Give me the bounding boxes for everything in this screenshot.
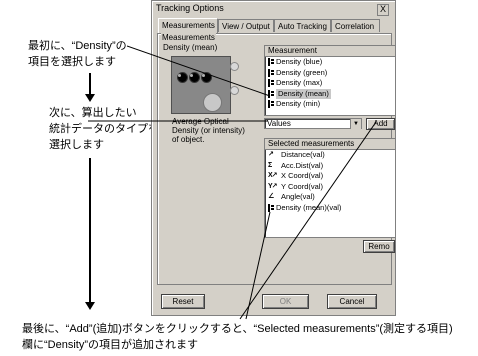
pointer-line-step3b xyxy=(245,211,271,320)
pointer-line-step1 xyxy=(126,45,271,97)
pointer-line-step3a xyxy=(239,121,377,320)
annotation-pointer-lines xyxy=(88,45,377,320)
